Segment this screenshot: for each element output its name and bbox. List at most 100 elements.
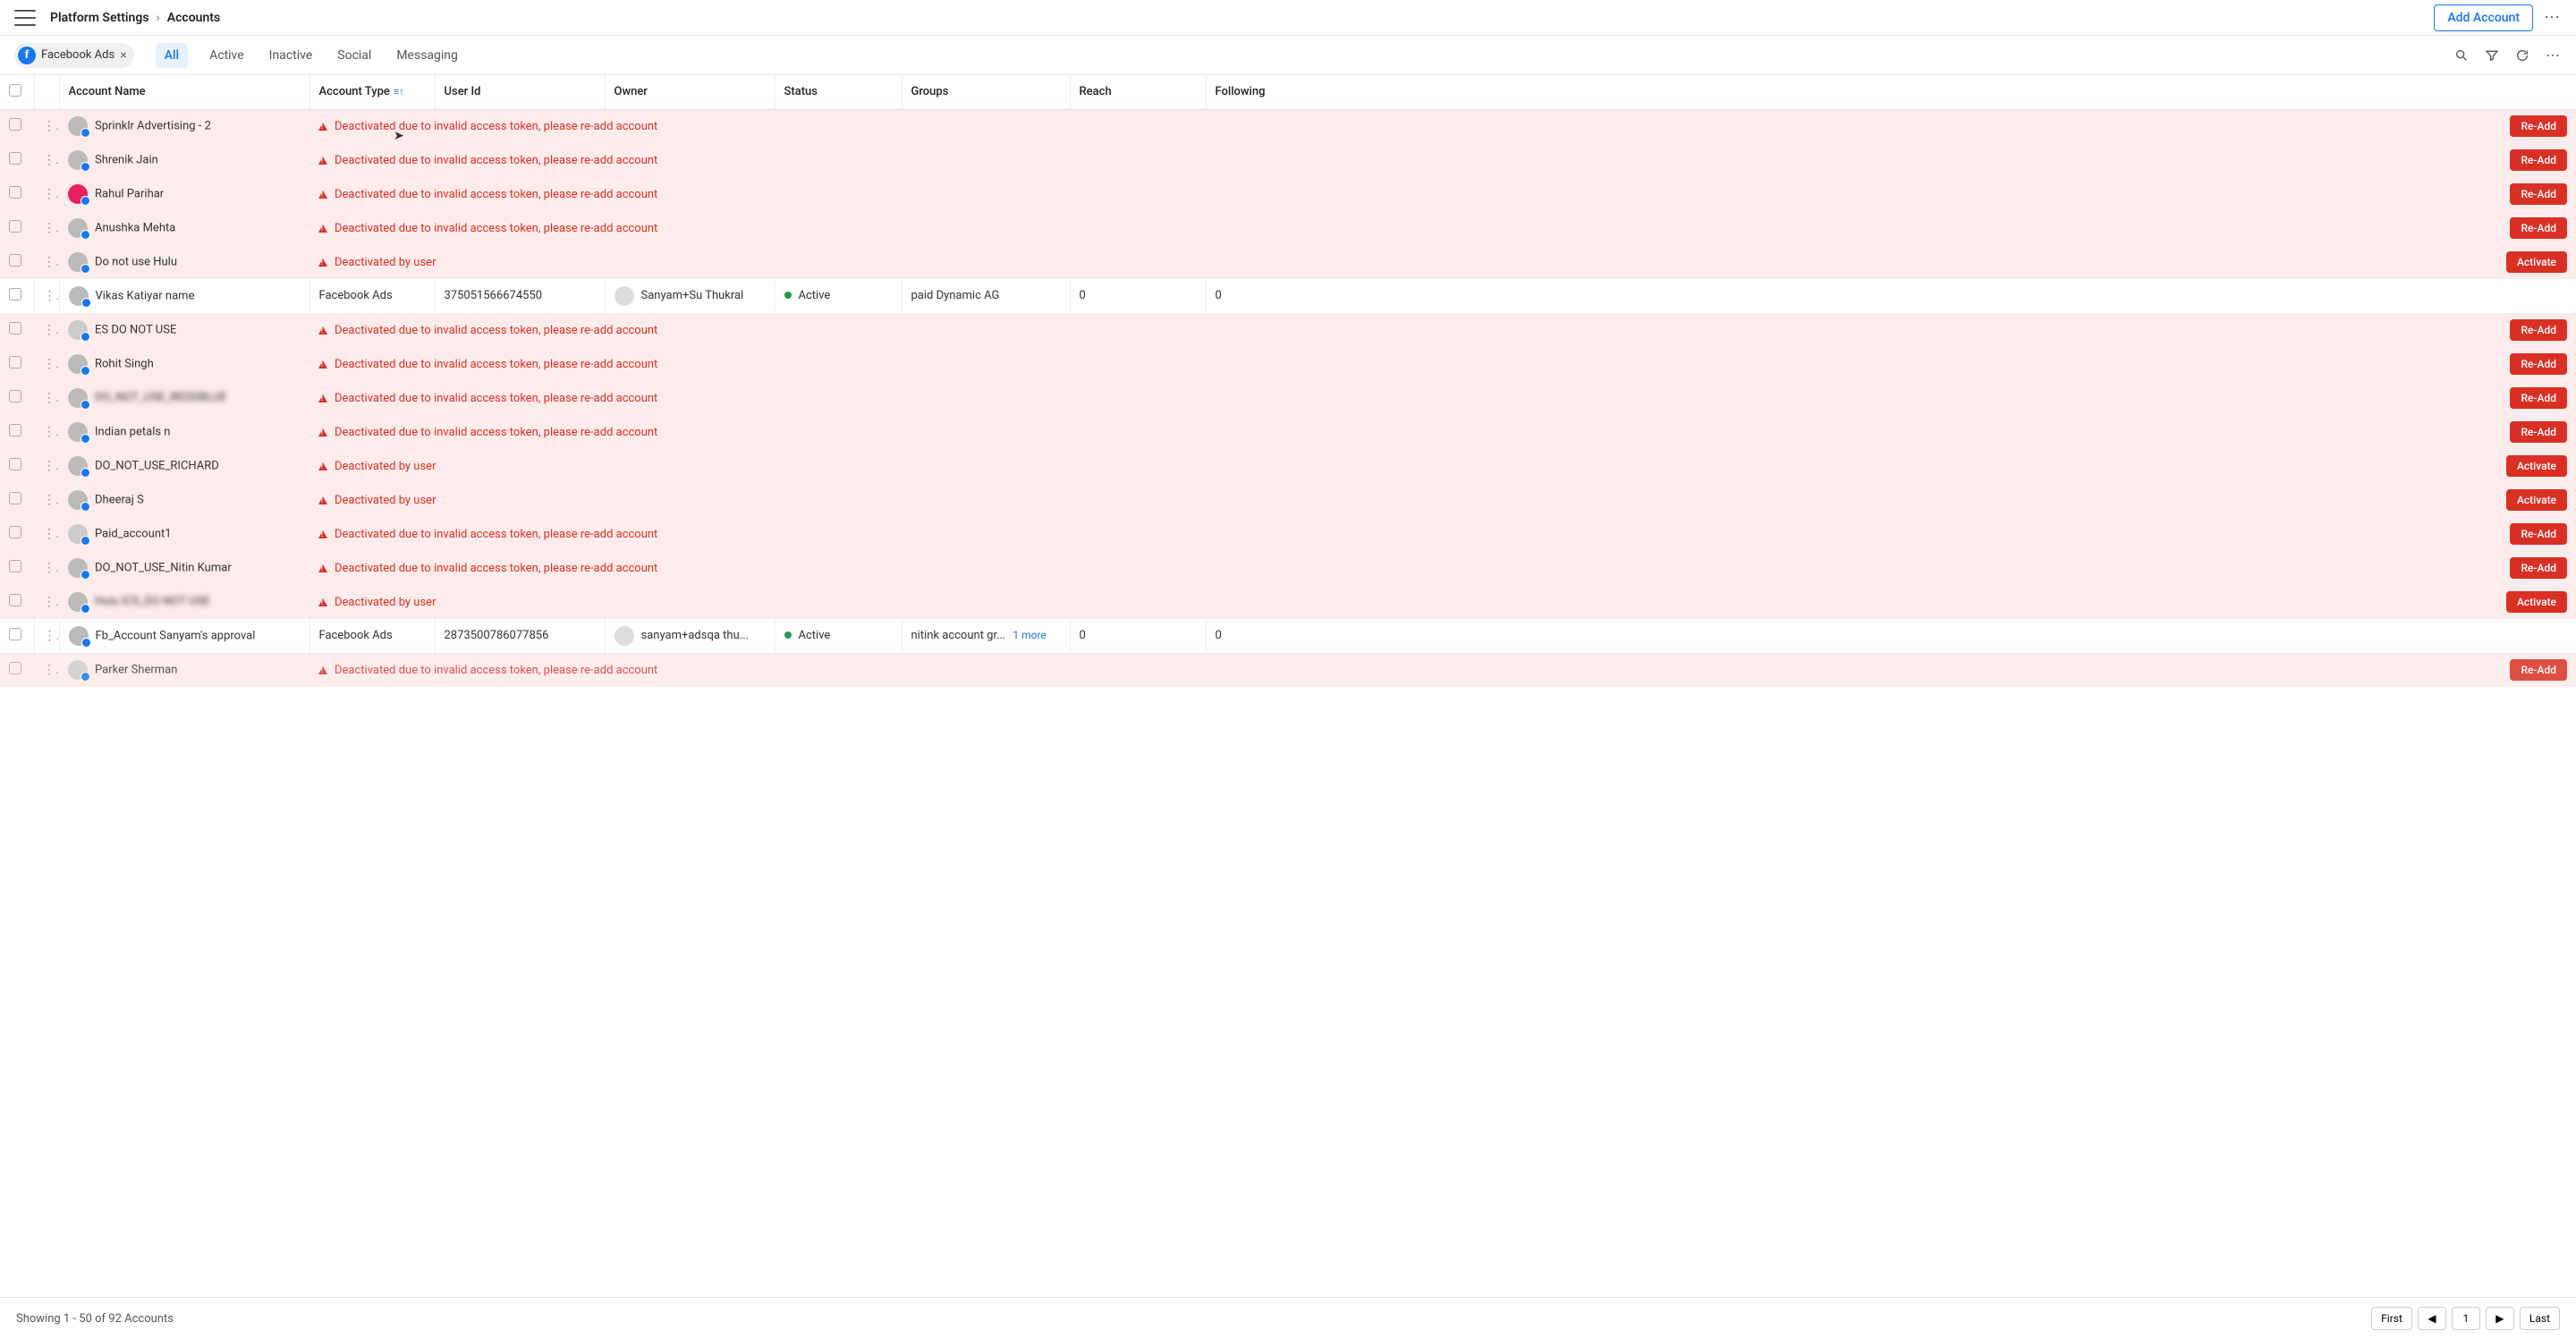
row-checkbox[interactable]: [0, 143, 34, 177]
column-account-type[interactable]: Account Type≡↑: [309, 75, 435, 109]
tab-social[interactable]: Social: [334, 43, 375, 68]
pager-prev-button[interactable]: ◀: [2418, 1307, 2446, 1330]
tab-inactive[interactable]: Inactive: [266, 43, 317, 68]
account-name-cell[interactable]: Dheeraj S: [59, 483, 309, 517]
hamburger-menu[interactable]: [14, 10, 36, 26]
row-checkbox[interactable]: [0, 245, 34, 279]
row-menu[interactable]: ⋮: [34, 143, 59, 177]
row-checkbox[interactable]: [0, 347, 34, 381]
row-checkbox[interactable]: [0, 653, 34, 687]
pager-last-button[interactable]: Last: [2520, 1307, 2560, 1330]
warning-icon: [318, 360, 327, 369]
column-user-id[interactable]: User Id: [435, 75, 605, 109]
account-name-cell[interactable]: DO_NOT_USE_REDDBLUE: [59, 381, 309, 415]
chip-remove-icon[interactable]: ×: [120, 48, 126, 63]
pager-first-button[interactable]: First: [2371, 1307, 2412, 1330]
refresh-icon[interactable]: [2515, 48, 2529, 63]
row-checkbox[interactable]: [0, 279, 34, 313]
column-following[interactable]: Following: [1206, 75, 2576, 109]
row-checkbox[interactable]: [0, 619, 34, 653]
row-checkbox[interactable]: [0, 381, 34, 415]
pager-page-number[interactable]: 1: [2452, 1307, 2480, 1330]
row-checkbox[interactable]: [0, 585, 34, 619]
readd-button[interactable]: Re-Add: [2510, 183, 2567, 205]
readd-button[interactable]: Re-Add: [2510, 149, 2567, 171]
row-menu[interactable]: ⋮: [34, 619, 59, 653]
account-name-cell[interactable]: Indian petals n: [59, 415, 309, 449]
row-menu[interactable]: ⋮: [34, 381, 59, 415]
row-menu[interactable]: ⋮: [34, 449, 59, 483]
filter-icon[interactable]: [2485, 48, 2499, 63]
search-icon[interactable]: [2454, 48, 2469, 63]
account-name-cell[interactable]: DO_NOT_USE_Nitin Kumar: [59, 551, 309, 585]
readd-button[interactable]: Re-Add: [2510, 421, 2567, 443]
account-name-cell[interactable]: Parker Sherman: [59, 653, 309, 687]
row-checkbox[interactable]: [0, 211, 34, 245]
row-menu[interactable]: ⋮: [34, 313, 59, 347]
row-checkbox[interactable]: [0, 517, 34, 551]
account-name-cell[interactable]: Shrenik Jain: [59, 143, 309, 177]
row-menu[interactable]: ⋮: [34, 483, 59, 517]
column-account-name[interactable]: Account Name: [59, 75, 309, 109]
more-options-icon[interactable]: ⋯: [2544, 8, 2562, 27]
tab-all[interactable]: All: [156, 43, 188, 68]
activate-button[interactable]: Activate: [2506, 251, 2567, 273]
pager-next-button[interactable]: ▶: [2486, 1307, 2514, 1330]
readd-button[interactable]: Re-Add: [2510, 353, 2567, 375]
row-menu[interactable]: ⋮: [34, 279, 59, 313]
avatar-icon: [68, 558, 88, 578]
breadcrumb: Platform Settings › Accounts: [50, 11, 2434, 25]
account-name-cell[interactable]: Sprinklr Advertising - 2: [59, 109, 309, 143]
row-menu[interactable]: ⋮: [34, 211, 59, 245]
column-owner[interactable]: Owner: [605, 75, 775, 109]
groups-more-link[interactable]: 1 more: [1013, 629, 1046, 641]
readd-button[interactable]: Re-Add: [2510, 319, 2567, 341]
row-menu[interactable]: ⋮: [34, 245, 59, 279]
table-more-icon[interactable]: ⋯: [2546, 47, 2562, 64]
row-checkbox[interactable]: [0, 177, 34, 211]
account-name-cell[interactable]: ES DO NOT USE: [59, 313, 309, 347]
column-groups[interactable]: Groups: [902, 75, 1070, 109]
column-reach[interactable]: Reach: [1070, 75, 1206, 109]
row-menu[interactable]: ⋮: [34, 415, 59, 449]
account-name-cell[interactable]: Rahul Parihar: [59, 177, 309, 211]
row-menu[interactable]: ⋮: [34, 517, 59, 551]
row-menu[interactable]: ⋮: [34, 177, 59, 211]
readd-button[interactable]: Re-Add: [2510, 217, 2567, 239]
readd-button[interactable]: Re-Add: [2510, 523, 2567, 545]
account-name-cell[interactable]: Fb_Account Sanyam's approval: [59, 619, 309, 653]
column-status[interactable]: Status: [775, 75, 902, 109]
tab-active[interactable]: Active: [206, 43, 248, 68]
row-checkbox[interactable]: [0, 449, 34, 483]
row-checkbox[interactable]: [0, 109, 34, 143]
row-checkbox[interactable]: [0, 415, 34, 449]
readd-button[interactable]: Re-Add: [2510, 115, 2567, 137]
row-menu[interactable]: ⋮: [34, 551, 59, 585]
row-menu[interactable]: ⋮: [34, 585, 59, 619]
row-checkbox[interactable]: [0, 551, 34, 585]
row-checkbox[interactable]: [0, 313, 34, 347]
readd-button[interactable]: Re-Add: [2510, 659, 2567, 681]
add-account-button[interactable]: Add Account: [2434, 4, 2533, 31]
account-name-cell[interactable]: Rohit Singh: [59, 347, 309, 381]
account-name-cell[interactable]: Hulu ICS_DO NOT USE: [59, 585, 309, 619]
tab-messaging[interactable]: Messaging: [393, 43, 462, 68]
readd-button[interactable]: Re-Add: [2510, 387, 2567, 409]
table-row: ⋮ Hulu ICS_DO NOT USE Deactivated by use…: [0, 585, 2576, 619]
activate-button[interactable]: Activate: [2506, 591, 2567, 613]
activate-button[interactable]: Activate: [2506, 455, 2567, 477]
select-all-checkbox[interactable]: [0, 75, 34, 109]
row-menu[interactable]: ⋮: [34, 653, 59, 687]
account-name-cell[interactable]: Vikas Katiyar name: [59, 279, 309, 313]
activate-button[interactable]: Activate: [2506, 489, 2567, 511]
breadcrumb-parent[interactable]: Platform Settings: [50, 11, 149, 25]
account-name-cell[interactable]: Paid_account1: [59, 517, 309, 551]
row-checkbox[interactable]: [0, 483, 34, 517]
account-name-cell[interactable]: DO_NOT_USE_RICHARD: [59, 449, 309, 483]
filter-chip-facebook-ads[interactable]: f Facebook Ads ×: [14, 43, 134, 68]
account-name-cell[interactable]: Anushka Mehta: [59, 211, 309, 245]
row-menu[interactable]: ⋮: [34, 109, 59, 143]
row-menu[interactable]: ⋮: [34, 347, 59, 381]
account-name-cell[interactable]: Do not use Hulu: [59, 245, 309, 279]
readd-button[interactable]: Re-Add: [2510, 557, 2567, 579]
